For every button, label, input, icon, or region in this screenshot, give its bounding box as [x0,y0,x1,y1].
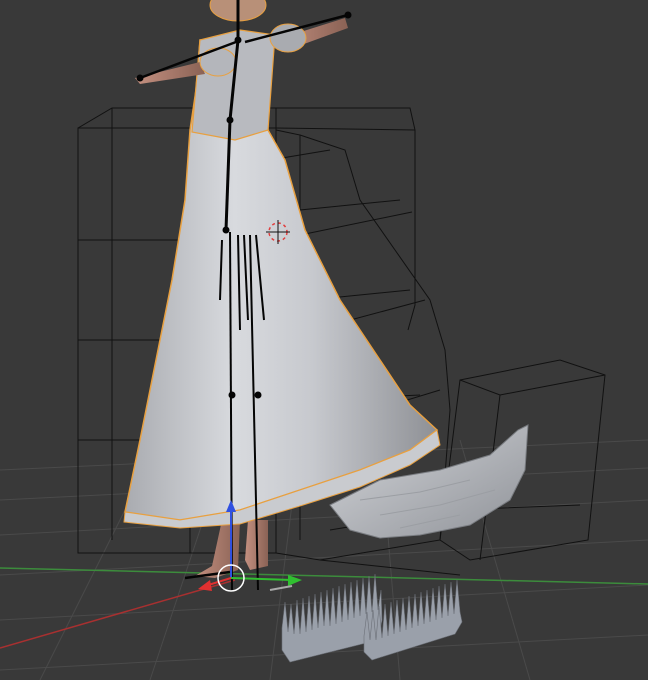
viewport-canvas[interactable] [0,0,648,680]
x-axis-line [0,579,236,649]
y-axis-line [0,567,648,585]
3d-viewport[interactable] [0,0,648,680]
gizmo-y-arrow-icon[interactable] [288,575,302,586]
dress[interactable] [123,29,441,529]
spike-strips[interactable] [281,573,463,663]
